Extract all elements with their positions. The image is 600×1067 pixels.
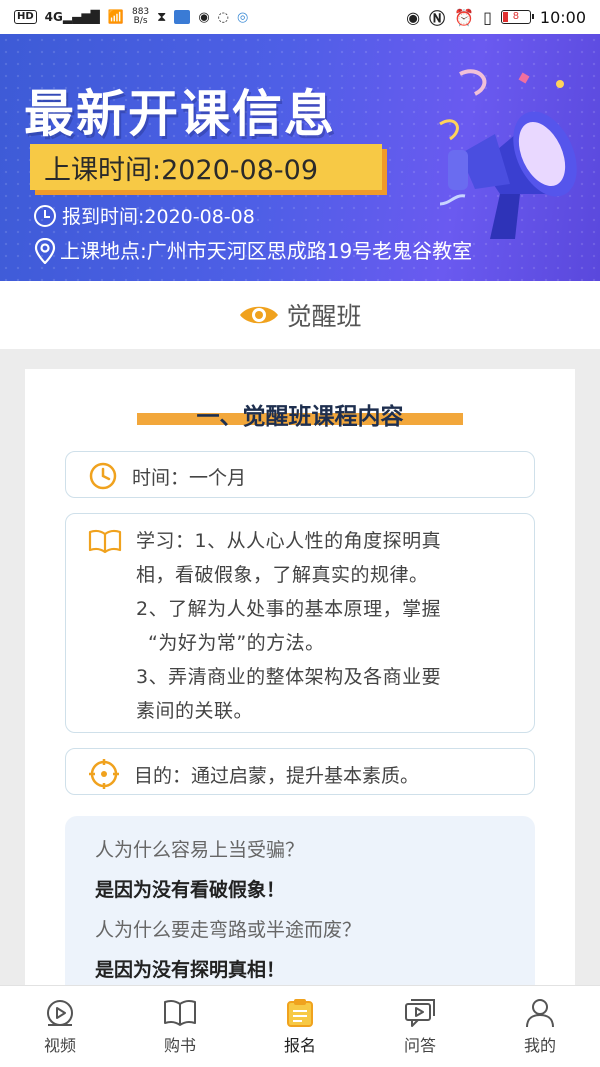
weibo-icon: ◉ <box>198 9 210 25</box>
bottom-nav: 视频 购书 报名 问答 我的 <box>0 985 600 1067</box>
study-line: “为好为常”的方法。 <box>148 632 325 654</box>
report-time: 报到时间:2020-08-08 <box>62 206 255 228</box>
eye-icon <box>240 306 279 324</box>
section-header: 觉醒班 <box>0 281 600 349</box>
app-notify-icon <box>174 10 191 24</box>
course-banner: 最新开课信息 上课时间:2020-08-09 报到时间:2020-08-08 上… <box>0 34 600 281</box>
sync-icon: ◌ <box>217 9 229 25</box>
nav-item-qa[interactable]: 问答 <box>360 986 480 1067</box>
duration-text: 时间：一个月 <box>132 466 247 489</box>
section-label: 觉醒班 <box>286 302 362 331</box>
study-line: 学习：1、从人心人性的角度探明真 <box>136 530 442 552</box>
hourglass-icon: ⧗ <box>157 9 167 25</box>
clipboard-icon <box>287 999 313 1027</box>
location-pin-icon <box>34 237 56 264</box>
class-location: 上课地点:广州市天河区思成路19号老鬼谷教室 <box>60 239 473 263</box>
course-content-card: 一、觉醒班课程内容 时间：一个月 学习：1、从人心人性的角度探明真 相，看破假象… <box>25 369 575 1016</box>
vibrate-icon: ▯ <box>483 7 492 27</box>
study-line: 3、弄清商业的整体架构及各商业要 <box>136 666 442 688</box>
qa-answer: 是因为没有探明真相！ <box>95 959 286 981</box>
qa-answer: 是因为没有看破假象！ <box>95 879 286 901</box>
user-icon <box>526 999 554 1028</box>
report-time-line: 报到时间:2020-08-08 <box>34 202 255 229</box>
time-box: 时间：一个月 <box>65 451 535 498</box>
browser-icon: ◎ <box>237 9 249 25</box>
eye-status-icon: ◉ <box>406 7 421 27</box>
study-line: 相，看破假象，了解真实的规律。 <box>136 564 429 586</box>
qa-question: 人为什么要走弯路或半途而废？ <box>95 919 362 941</box>
nfc-icon: Ⓝ <box>429 9 446 28</box>
clock-icon <box>34 204 56 227</box>
course-title: 一、觉醒班课程内容 <box>196 404 404 430</box>
qa-question: 人为什么容易上当受骗？ <box>95 839 305 861</box>
banner-title: 最新开课信息 <box>24 85 336 143</box>
goal-text: 目的：通过启蒙，提升基本素质。 <box>134 764 420 787</box>
nav-item-mine[interactable]: 我的 <box>480 986 600 1067</box>
class-time-box: 上课时间:2020-08-09 <box>30 144 382 190</box>
study-line: 2、了解为人处事的基本原理，掌握 <box>136 598 442 620</box>
clock-icon <box>89 462 117 490</box>
net-speed: 883 B/s <box>131 7 150 26</box>
status-bar: HD 4G▂▄▆█ 📶 883 B/s ⧗ ◉ ◌ ◎ ◉ Ⓝ ⏰ ▯ 8 10:… <box>0 0 600 34</box>
nav-item-video[interactable]: 视频 <box>0 986 120 1067</box>
battery-icon: 8 <box>500 10 534 24</box>
megaphone-icon <box>439 69 577 239</box>
chat-icon <box>405 999 435 1027</box>
hd-badge: HD <box>14 10 37 24</box>
signal-icon: 4G▂▄▆█ <box>44 10 100 24</box>
nav-label: 问答 <box>403 1036 436 1055</box>
clock-time: 10:00 <box>539 7 586 27</box>
location-line: 上课地点:广州市天河区思成路19号老鬼谷教室 <box>34 235 472 264</box>
target-icon <box>89 759 119 789</box>
alarm-icon: ⏰ <box>454 7 475 27</box>
study-line: 素间的关联。 <box>136 700 254 722</box>
nav-item-signup[interactable]: 报名 <box>240 986 360 1067</box>
nav-label: 报名 <box>283 1036 316 1055</box>
class-time: 上课时间:2020-08-09 <box>44 154 319 186</box>
nav-label: 我的 <box>523 1036 556 1055</box>
nav-label: 视频 <box>43 1036 76 1055</box>
study-content: 学习：1、从人心人性的角度探明真 相，看破假象，了解真实的规律。 2、了解为人处… <box>136 524 516 728</box>
book-icon <box>164 999 196 1026</box>
nav-item-books[interactable]: 购书 <box>120 986 240 1067</box>
study-box: 学习：1、从人心人性的角度探明真 相，看破假象，了解真实的规律。 2、了解为人处… <box>65 513 535 733</box>
nav-label: 购书 <box>163 1036 196 1055</box>
play-circle-icon <box>47 1000 73 1026</box>
open-book-icon <box>88 529 122 554</box>
goal-box: 目的：通过启蒙，提升基本素质。 <box>65 748 535 795</box>
wifi-icon: 📶 <box>107 9 124 25</box>
